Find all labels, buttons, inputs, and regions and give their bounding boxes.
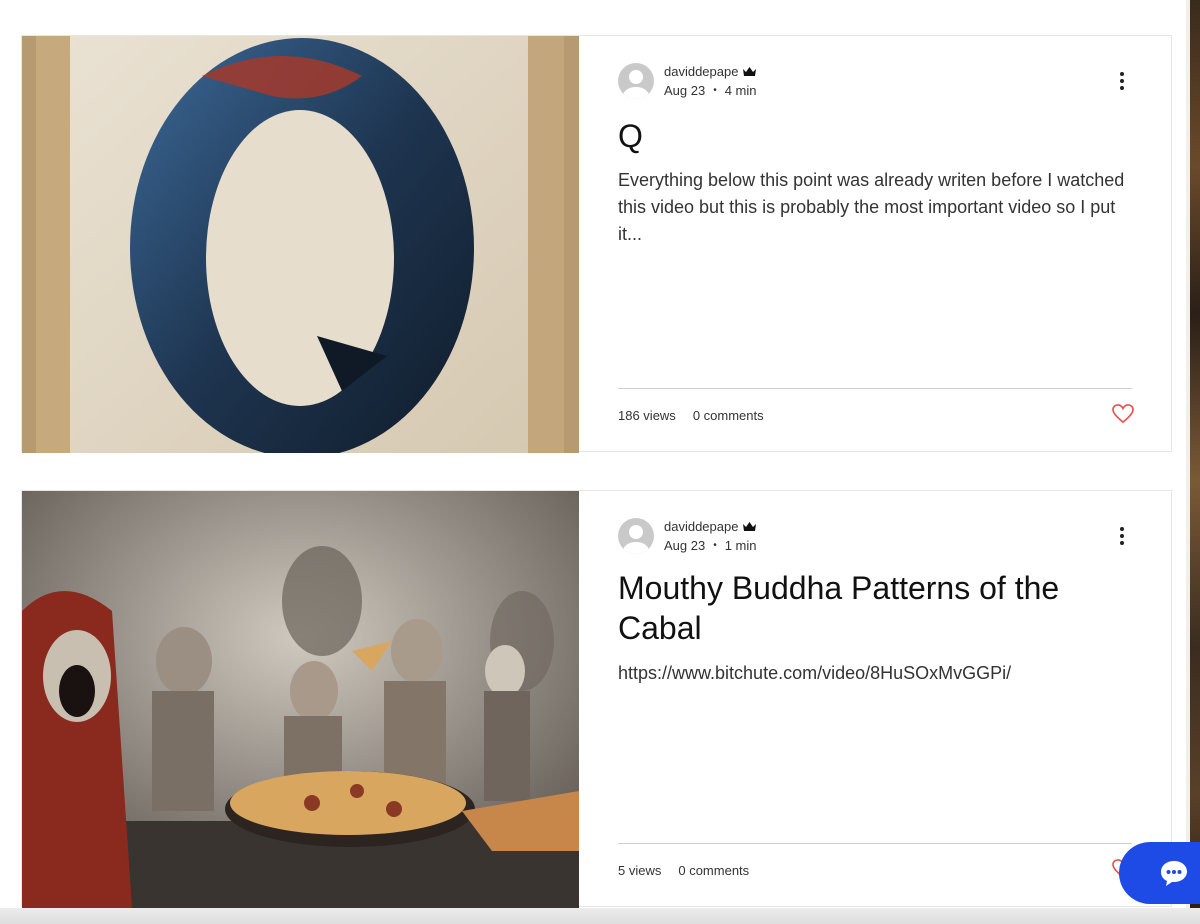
post-excerpt[interactable]: https://www.bitchute.com/video/8HuSOxMvG… bbox=[618, 660, 1132, 687]
post-card[interactable]: daviddepape Aug 23 • 1 min Mouthy Buddha… bbox=[21, 490, 1172, 908]
comments-count[interactable]: 0 comments bbox=[678, 863, 749, 878]
post-content: daviddepape Aug 23 • 1 min Mouthy Buddha… bbox=[618, 491, 1134, 908]
post-cover-image[interactable] bbox=[22, 491, 579, 908]
views-count: 5 views bbox=[618, 863, 662, 878]
comments-count[interactable]: 0 comments bbox=[693, 408, 764, 423]
post-card[interactable]: daviddepape Aug 23 • 4 min Q Everything … bbox=[21, 35, 1172, 453]
heart-icon[interactable] bbox=[1112, 404, 1134, 424]
chat-icon bbox=[1161, 861, 1187, 886]
author-avatar[interactable] bbox=[618, 63, 654, 99]
post-title[interactable]: Mouthy Buddha Patterns of the Cabal bbox=[618, 568, 1132, 648]
author-avatar[interactable] bbox=[618, 518, 654, 554]
crown-icon bbox=[743, 67, 757, 76]
chat-button[interactable] bbox=[1119, 842, 1200, 904]
post-title[interactable]: Q bbox=[618, 116, 1132, 156]
separator-dot: • bbox=[713, 540, 717, 551]
post-excerpt[interactable]: Everything below this point was already … bbox=[618, 167, 1132, 248]
post-cover-image[interactable] bbox=[22, 36, 579, 453]
read-time: 1 min bbox=[724, 538, 757, 553]
separator-dot: • bbox=[713, 85, 717, 96]
divider bbox=[618, 843, 1132, 844]
post-content: daviddepape Aug 23 • 4 min Q Everything … bbox=[618, 36, 1134, 453]
more-vertical-icon[interactable] bbox=[1112, 525, 1132, 547]
post-date: Aug 23 bbox=[664, 538, 706, 553]
views-count: 186 views bbox=[618, 408, 676, 423]
crown-icon bbox=[743, 522, 757, 531]
bottom-edge bbox=[0, 908, 1200, 924]
divider bbox=[618, 388, 1132, 389]
more-vertical-icon[interactable] bbox=[1112, 70, 1132, 92]
post-date: Aug 23 bbox=[664, 83, 706, 98]
author-name[interactable]: daviddepape bbox=[664, 519, 738, 534]
read-time: 4 min bbox=[724, 83, 757, 98]
background-edge bbox=[1186, 0, 1200, 924]
author-name[interactable]: daviddepape bbox=[664, 64, 738, 79]
